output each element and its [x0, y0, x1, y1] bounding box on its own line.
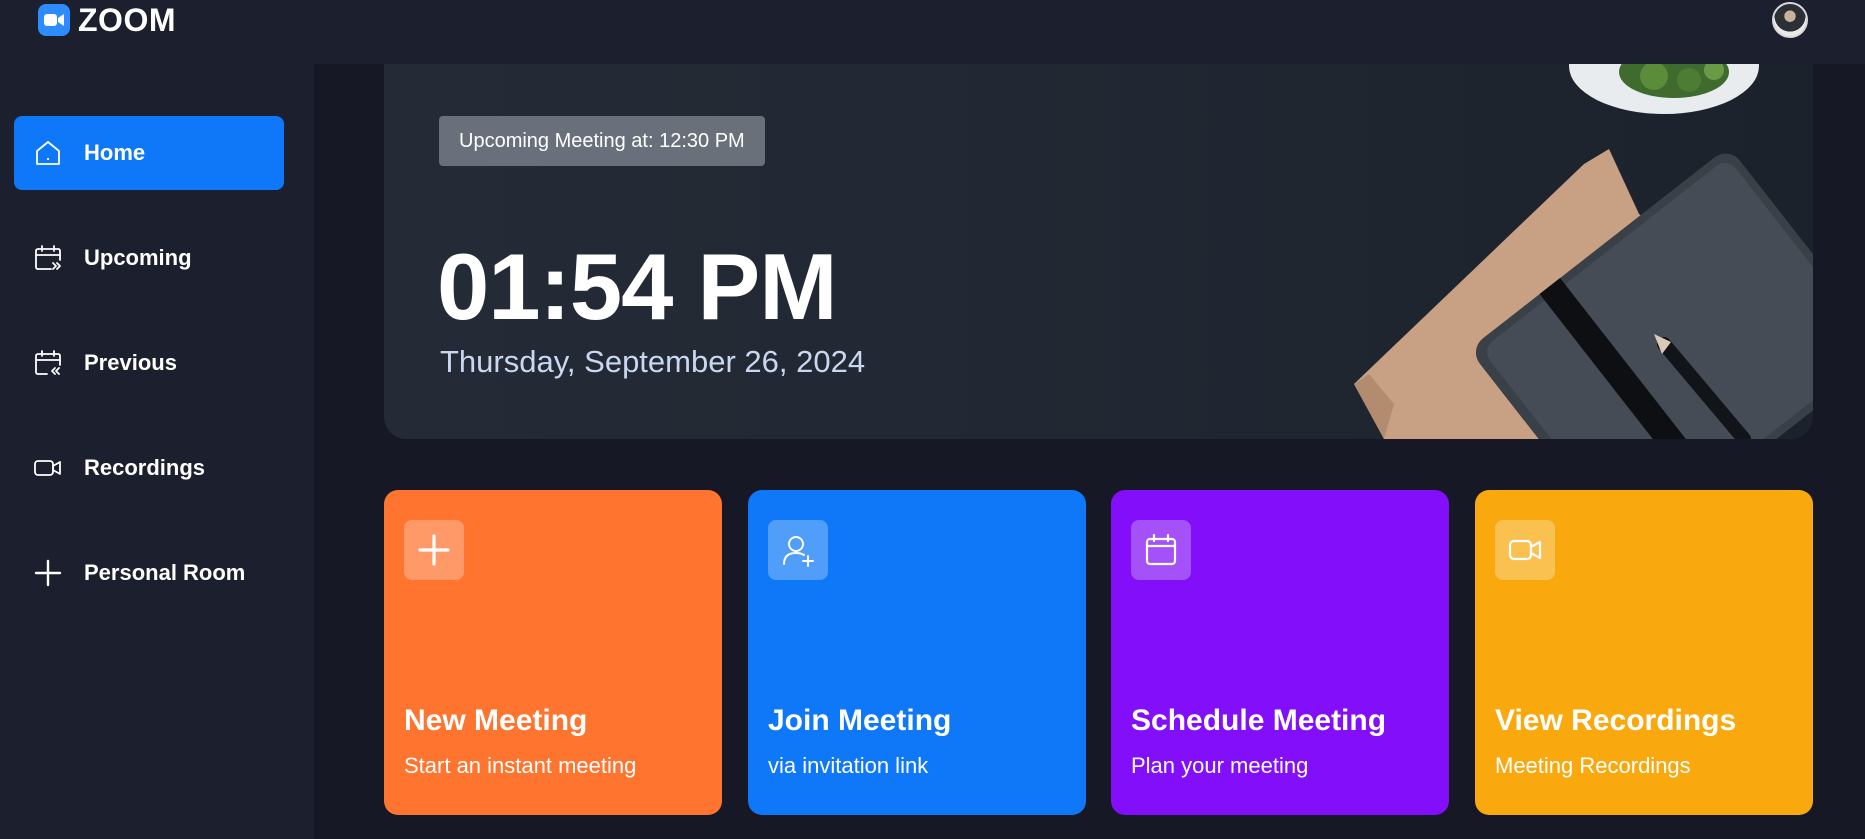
card-title: Schedule Meeting: [1131, 704, 1387, 737]
new-meeting-card[interactable]: New Meeting Start an instant meeting: [384, 490, 722, 815]
top-bar: ZOOM: [0, 0, 1865, 64]
user-add-icon: [768, 520, 828, 580]
app-title: ZOOM: [78, 2, 176, 38]
sidebar-item-personal-room[interactable]: Personal Room: [14, 536, 284, 610]
home-icon: [32, 137, 64, 169]
join-meeting-card[interactable]: Join Meeting via invitation link: [748, 490, 1086, 815]
sidebar-item-home[interactable]: Home: [14, 116, 284, 190]
calendar-upcoming-icon: [32, 242, 64, 274]
sidebar-item-label: Recordings: [84, 455, 206, 480]
calendar-previous-icon: [32, 347, 64, 379]
current-date: Thursday, September 26, 2024: [440, 344, 866, 379]
desk-illustration: [1354, 64, 1813, 439]
hero-banner: Upcoming Meeting at: 12:30 PM 01:54 PM T…: [384, 64, 1813, 439]
card-subtitle: via invitation link: [768, 753, 929, 778]
card-subtitle: Plan your meeting: [1131, 753, 1309, 778]
sidebar-item-upcoming[interactable]: Upcoming: [14, 221, 284, 295]
card-title: View Recordings: [1495, 704, 1737, 737]
sidebar-item-label: Home: [84, 140, 146, 165]
zoom-logo-icon: [38, 4, 70, 36]
card-title: New Meeting: [404, 704, 588, 737]
card-title: Join Meeting: [768, 704, 952, 737]
sidebar-item-label: Upcoming: [84, 245, 192, 270]
view-recordings-card[interactable]: View Recordings Meeting Recordings: [1475, 490, 1813, 815]
video-icon: [32, 452, 64, 484]
sidebar-item-recordings[interactable]: Recordings: [14, 431, 284, 505]
schedule-meeting-card[interactable]: Schedule Meeting Plan your meeting: [1111, 490, 1449, 815]
sidebar-item-label: Personal Room: [84, 560, 246, 585]
sidebar: Home Upcoming Previous Recordings Person…: [0, 64, 314, 839]
user-avatar[interactable]: [1772, 2, 1808, 38]
app-logo[interactable]: ZOOM: [38, 4, 176, 36]
card-subtitle: Meeting Recordings: [1495, 753, 1691, 778]
calendar-icon: [1131, 520, 1191, 580]
sidebar-item-label: Previous: [84, 350, 177, 375]
plus-icon: [32, 557, 64, 589]
upcoming-meeting-badge: Upcoming Meeting at: 12:30 PM: [439, 116, 765, 166]
current-time: 01:54 PM: [437, 234, 838, 339]
sidebar-item-previous[interactable]: Previous: [14, 326, 284, 400]
plus-icon: [404, 520, 464, 580]
video-icon: [1495, 520, 1555, 580]
card-subtitle: Start an instant meeting: [404, 753, 637, 778]
